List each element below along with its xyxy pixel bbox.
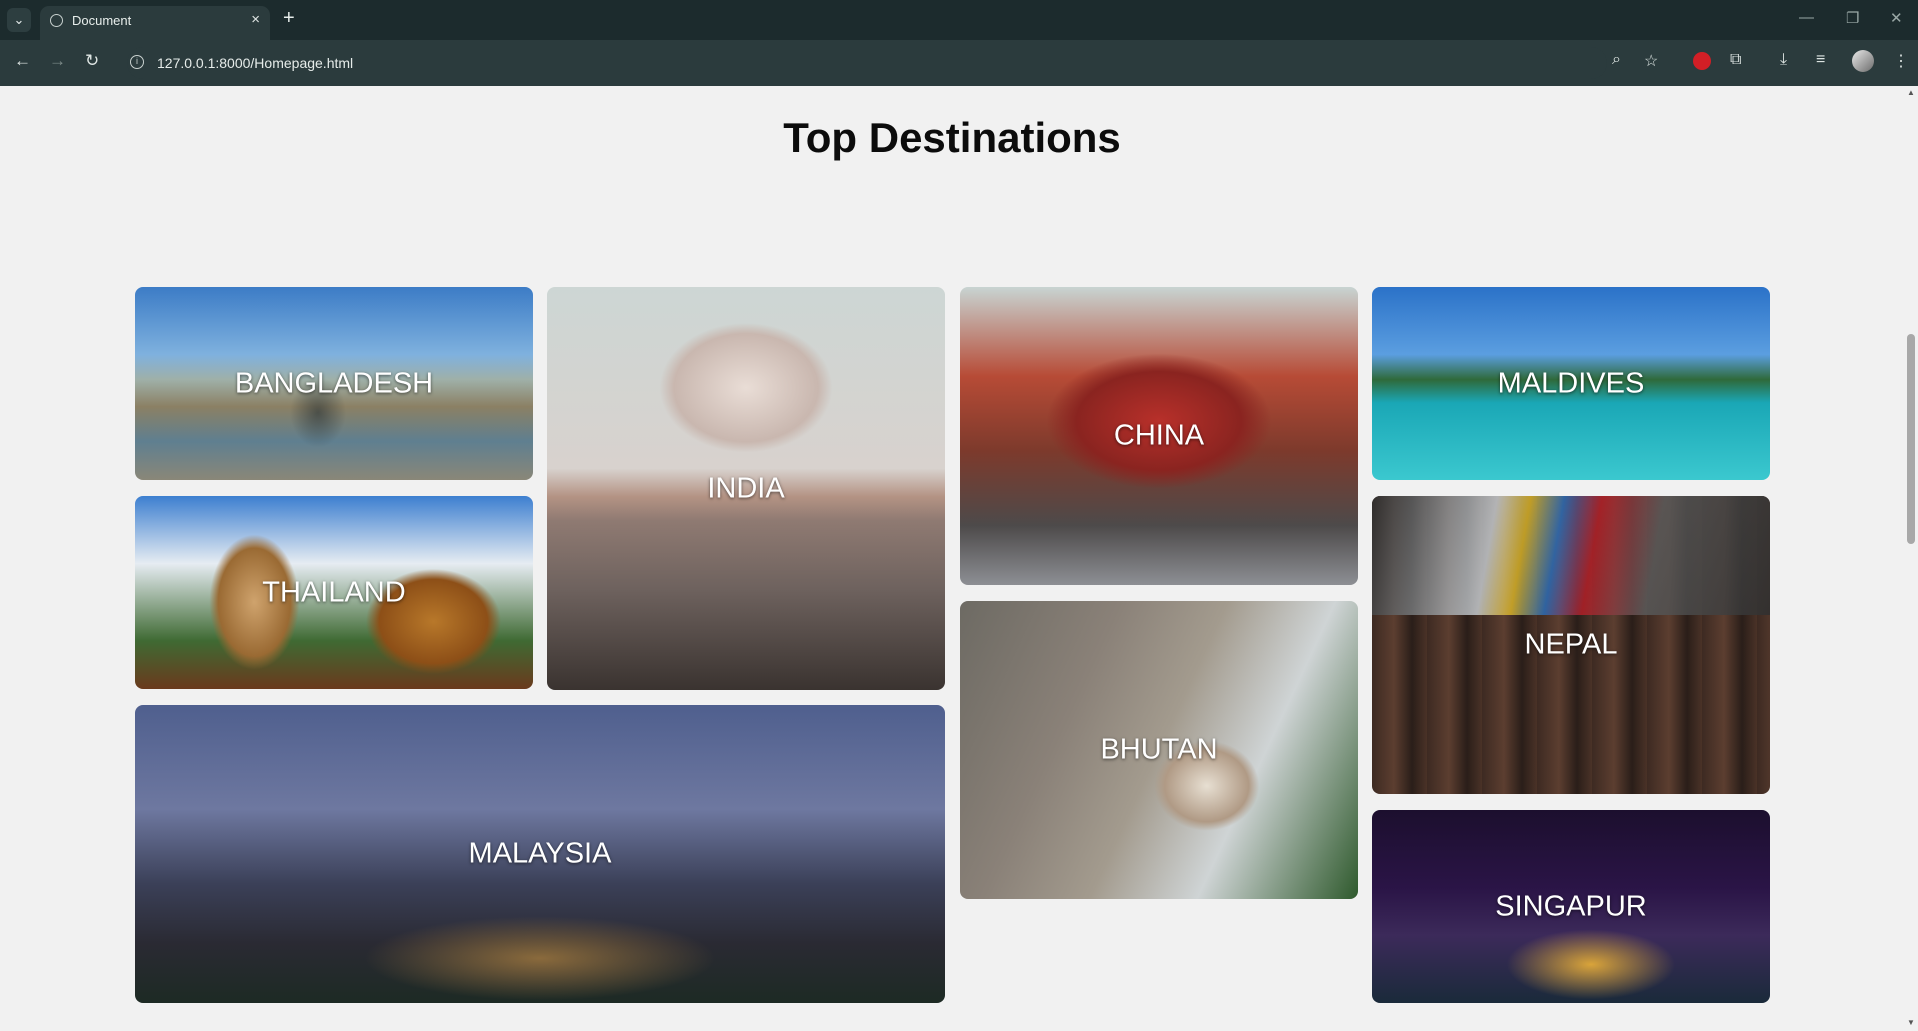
extensions-puzzle-icon[interactable]: ⧉ [1730,51,1741,69]
destination-card-bangladesh[interactable]: BANGLADESH [135,287,533,480]
destination-label: INDIA [707,472,785,504]
scrollbar-thumb[interactable] [1907,334,1915,544]
close-window-icon[interactable]: ✕ [1890,9,1903,27]
back-arrow-icon[interactable]: ← [14,51,31,71]
url-text: 127.0.0.1:8000/Homepage.html [157,55,354,71]
destination-card-malaysia[interactable]: MALAYSIA [135,705,945,1003]
destination-label: MALAYSIA [468,837,612,870]
profile-avatar[interactable] [1852,50,1874,72]
tab-search-chevron-icon[interactable]: ⌄ [7,8,31,32]
destination-card-maldives[interactable]: MALDIVES [1372,287,1770,480]
new-tab-button[interactable]: + [283,7,295,30]
destination-label: SINGAPUR [1495,890,1647,922]
restore-icon[interactable]: ❐ [1846,9,1859,27]
more-menu-icon[interactable]: ⋮ [1893,51,1909,71]
bookmark-star-icon[interactable]: ☆ [1644,51,1658,71]
extension-red-icon[interactable] [1693,52,1711,70]
tab-document[interactable]: Document × [40,6,270,40]
destination-label: BANGLADESH [234,367,434,399]
reload-icon[interactable]: ↻ [85,51,99,71]
browser-toolbar: ← → ↻ i 127.0.0.1:8000/Homepage.html ⌕ ☆… [0,40,1918,86]
destination-card-india[interactable]: INDIA [547,287,945,690]
minimize-icon[interactable]: — [1799,9,1814,26]
destination-card-bhutan[interactable]: BHUTAN [960,601,1358,899]
destination-label: NEPAL [1524,628,1618,661]
address-bar[interactable]: i 127.0.0.1:8000/Homepage.html [127,47,1607,79]
scroll-down-arrow-icon[interactable]: ▼ [1907,1018,1915,1027]
destination-card-nepal[interactable]: NEPAL [1372,496,1770,794]
destination-card-singapur[interactable]: SINGAPUR [1372,810,1770,1003]
destination-card-china[interactable]: CHINA [960,287,1358,585]
destination-label: BHUTAN [1100,733,1218,766]
globe-icon [50,14,63,27]
close-tab-icon[interactable]: × [251,11,260,28]
forward-arrow-icon[interactable]: → [49,51,66,71]
destination-label: MALDIVES [1497,367,1645,399]
destination-label: THAILAND [262,576,406,608]
zoom-icon[interactable]: ⌕ [1612,51,1621,69]
site-info-icon[interactable]: i [130,55,144,69]
scroll-up-arrow-icon[interactable]: ▲ [1907,88,1915,97]
tab-title: Document [72,13,132,28]
page-content: Top Destinations BANGLADESH INDIA CHINA … [0,86,1904,1031]
destination-label: CHINA [1113,419,1205,452]
media-queue-icon[interactable]: ≡ [1816,51,1825,69]
download-icon[interactable]: ⤓ [1780,51,1787,69]
page-title: Top Destinations [783,114,1121,161]
vertical-scrollbar[interactable]: ▲ ▼ [1904,86,1918,1031]
destination-card-thailand[interactable]: THAILAND [135,496,533,689]
browser-tab-bar: ⌄ Document × + — ❐ ✕ [0,0,1918,40]
